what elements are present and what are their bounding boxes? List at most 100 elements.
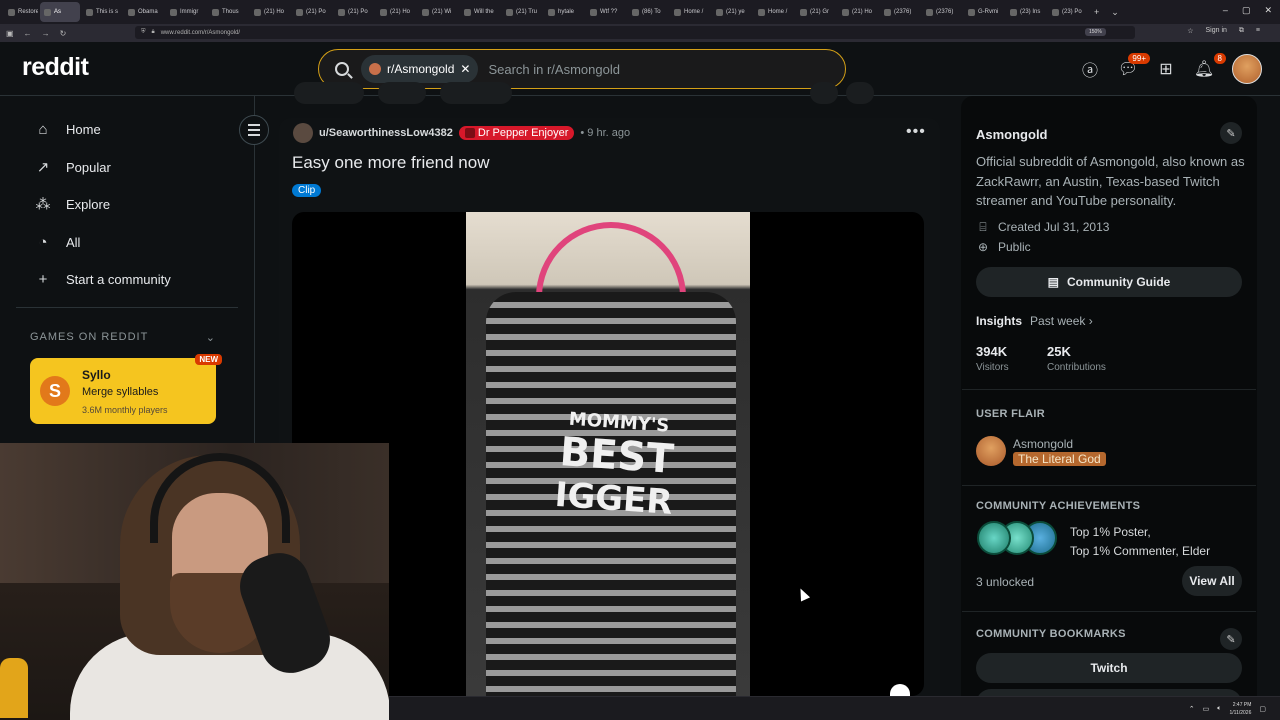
insights-row: Insights Past week › <box>976 314 1093 328</box>
community-guide-button[interactable]: ▤ Community Guide <box>976 267 1242 297</box>
tab-label: (86) To <box>642 9 661 15</box>
guide-label: Community Guide <box>1067 275 1171 289</box>
insights-range[interactable]: Past week › <box>1030 314 1093 328</box>
notification-center-icon[interactable]: ▢ <box>1259 705 1266 713</box>
clock[interactable]: 2:47 PM 1/11/2026 <box>1230 701 1252 717</box>
browser-tab[interactable]: (21) ye <box>712 2 752 22</box>
search-subreddit-chip[interactable]: r/Asmongold ✕ <box>361 55 479 83</box>
tab-label: (23) Ins <box>1020 9 1041 15</box>
browser-tab[interactable]: (2376) <box>922 2 962 22</box>
browser-tab[interactable]: Immigr <box>166 2 206 22</box>
user-avatar[interactable] <box>1232 54 1262 84</box>
post-title[interactable]: Easy one more friend now <box>292 153 490 173</box>
browser-tab[interactable]: (21) Ho <box>838 2 878 22</box>
browser-tab[interactable]: (21) Ho <box>376 2 416 22</box>
post-author[interactable]: u/SeaworthinessLow4382 <box>319 127 453 139</box>
search-input[interactable]: Search in r/Asmongold <box>488 62 620 77</box>
profile-sign-in[interactable]: Sign in <box>1206 27 1227 35</box>
sidebar-item-home[interactable]: ⌂ Home <box>34 117 100 141</box>
menu-icon[interactable]: ≡ <box>1256 27 1260 35</box>
browser-tab[interactable]: (21) Tru <box>502 2 542 22</box>
tab-favicon-icon <box>86 8 93 16</box>
browser-tab[interactable]: (21) Gr <box>796 2 836 22</box>
vote-pill[interactable] <box>294 82 364 104</box>
chat-icon[interactable]: 💬︎ 99+ <box>1118 53 1150 79</box>
browser-tab[interactable]: (21) Po <box>334 2 374 22</box>
browser-tab[interactable]: (2376) <box>880 2 920 22</box>
sidebar-item-popular[interactable]: ↗ Popular <box>34 155 111 179</box>
browser-tab[interactable]: Obama <box>124 2 164 22</box>
tab-favicon-icon <box>1052 8 1059 16</box>
video-frame: MOMMY'S BEST IGGER <box>466 212 750 696</box>
browser-tab[interactable]: Home / <box>754 2 794 22</box>
browser-tab[interactable]: G-Rvmi <box>964 2 1004 22</box>
sidebar-toggle-icon[interactable]: ▣ <box>6 29 14 38</box>
sidebar-item-start-community[interactable]: + Start a community <box>34 267 171 291</box>
browser-tab[interactable]: (23) Po <box>1048 2 1088 22</box>
zoom-level[interactable]: 150% <box>1085 28 1106 36</box>
browser-tab[interactable]: Thous <box>208 2 248 22</box>
browser-tab[interactable]: (21) Ho <box>250 2 290 22</box>
browser-tab[interactable]: Wtf ?? <box>586 2 626 22</box>
reddit-logo[interactable]: reddit <box>22 53 89 82</box>
tab-label: (21) Ho <box>264 9 285 15</box>
reload-icon[interactable]: ↻ <box>60 29 67 38</box>
network-icon[interactable]: ▭ <box>1203 705 1210 713</box>
tab-label: Obama <box>138 9 158 15</box>
os-taskbar: ⌃ ▭ 🔈︎ 2:47 PM 1/11/2026 ▢ <box>389 696 1280 720</box>
author-avatar[interactable] <box>293 123 313 143</box>
tab-label: (21) Po <box>306 9 326 15</box>
share-pill[interactable] <box>440 82 512 104</box>
edit-bookmarks-pencil-icon[interactable]: ✎ <box>1220 628 1242 650</box>
more-options-icon[interactable]: ••• <box>906 124 926 140</box>
tab-favicon-icon <box>884 8 891 16</box>
browser-tab[interactable]: As <box>40 2 80 22</box>
close-icon[interactable]: ✕ <box>460 62 470 76</box>
volume-icon[interactable] <box>890 684 910 696</box>
post-flair-clip[interactable]: Clip <box>292 184 322 197</box>
comments-pill[interactable] <box>378 82 426 104</box>
extensions-icon[interactable]: ⧉ <box>1239 27 1244 35</box>
browser-tab[interactable]: hytale <box>544 2 584 22</box>
browser-tab[interactable]: Home / <box>670 2 710 22</box>
create-post-icon[interactable]: ⊞ <box>1156 59 1176 79</box>
advertise-icon[interactable]: ⓐ <box>1080 59 1100 80</box>
speaker-icon[interactable]: 🔈︎ <box>1217 705 1221 713</box>
tab-label: Wtf ?? <box>600 9 618 15</box>
tab-favicon-icon <box>842 8 849 16</box>
browser-tab[interactable]: Restore <box>4 2 38 22</box>
game-card-syllo[interactable]: S Syllo Merge syllables 3.6M monthly pla… <box>30 354 222 424</box>
view-all-button[interactable]: View All <box>1182 566 1242 596</box>
close-window-button[interactable]: ✕ <box>1264 5 1272 16</box>
sidebar-item-label: Start a community <box>66 271 171 287</box>
tab-list-button[interactable]: ⌄ <box>1105 7 1125 18</box>
bookmark-star-icon[interactable]: ☆ <box>1187 27 1193 35</box>
system-tray: ⌃ ▭ 🔈︎ 2:47 PM 1/11/2026 ▢ <box>1189 701 1266 717</box>
browser-tab[interactable]: Will the <box>460 2 500 22</box>
browser-tab[interactable]: (86) To <box>628 2 668 22</box>
flair-tag[interactable]: The Literal God <box>1013 452 1106 466</box>
browser-tab[interactable]: (21) Wi <box>418 2 458 22</box>
sidebar-item-label: Explore <box>66 196 111 212</box>
edit-pencil-icon[interactable]: ✎ <box>1220 122 1242 144</box>
award-pill[interactable] <box>810 82 838 104</box>
forward-icon[interactable]: → <box>42 29 50 38</box>
bookmark-twitch-button[interactable]: Twitch <box>976 653 1242 683</box>
save-pill[interactable] <box>846 82 874 104</box>
maximize-button[interactable]: ▢ <box>1242 5 1251 16</box>
browser-tab[interactable]: (21) Po <box>292 2 332 22</box>
games-heading: GAMES ON REDDIT <box>30 331 149 343</box>
sidebar-item-all[interactable]: ◔ All <box>34 230 80 254</box>
games-section-header[interactable]: GAMES ON REDDIT ⌄ <box>30 331 216 344</box>
minimize-button[interactable]: – <box>1223 5 1228 16</box>
collapse-sidebar-button[interactable] <box>239 115 269 145</box>
tab-favicon-icon <box>590 8 597 16</box>
browser-tab[interactable]: (23) Ins <box>1006 2 1046 22</box>
back-icon[interactable]: ← <box>24 29 32 38</box>
new-tab-button[interactable]: + <box>1088 7 1105 17</box>
tray-chevron-icon[interactable]: ⌃ <box>1189 705 1195 713</box>
url-bar[interactable]: ⛨ 🔒︎ www.reddit.com/r/Asmongold/ <box>135 26 1135 39</box>
sidebar-item-explore[interactable]: ⁂ Explore <box>34 192 111 216</box>
browser-tab[interactable]: This is s <box>82 2 122 22</box>
notifications-icon[interactable]: 🔔︎ 8 <box>1194 53 1226 79</box>
